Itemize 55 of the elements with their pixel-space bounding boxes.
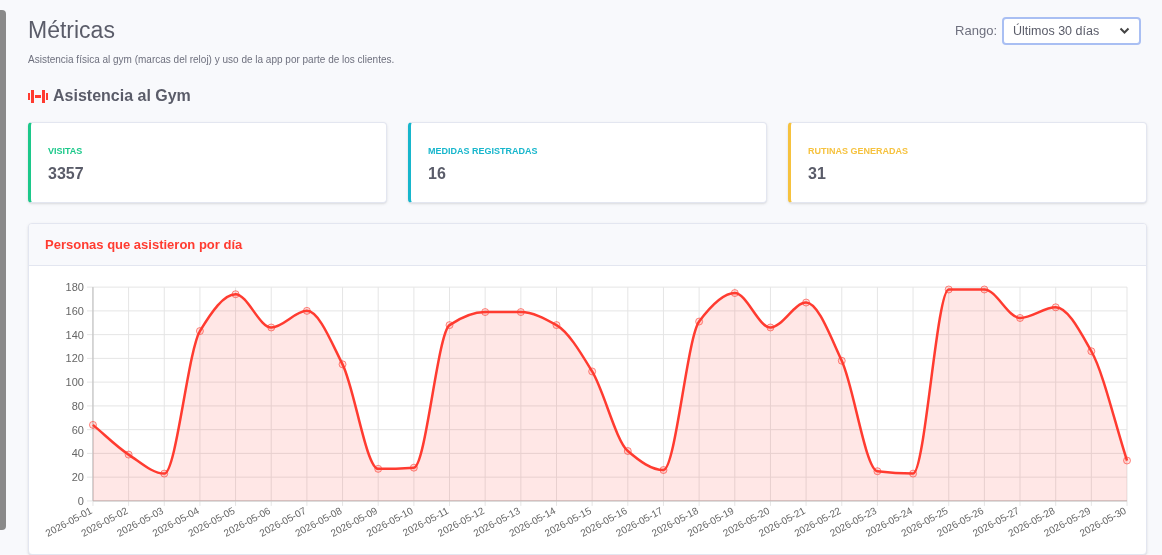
data-point	[160, 469, 169, 478]
data-point	[1123, 456, 1131, 465]
y-tick-label: 140	[65, 328, 84, 341]
data-point	[409, 463, 418, 472]
y-tick-label: 120	[65, 352, 84, 365]
data-point	[481, 308, 490, 317]
chevron-down-icon	[1119, 27, 1130, 35]
y-tick-label: 20	[71, 471, 84, 484]
section-title: Asistencia al Gym	[53, 86, 191, 106]
range-label: Rango:	[955, 22, 997, 41]
data-point	[802, 298, 811, 307]
y-tick-label: 40	[71, 447, 84, 460]
data-point	[1016, 314, 1025, 322]
data-point	[1087, 347, 1096, 356]
y-tick-label: 60	[71, 423, 84, 436]
data-point	[88, 420, 97, 429]
data-point	[445, 321, 454, 330]
data-point	[730, 289, 739, 298]
data-point	[267, 323, 276, 332]
data-point	[695, 317, 704, 326]
stat-value: 31	[808, 163, 827, 184]
data-point	[552, 321, 561, 330]
data-point	[980, 285, 989, 294]
y-tick-label: 160	[65, 304, 84, 317]
y-tick-label: 0	[77, 494, 84, 507]
data-point	[516, 308, 525, 317]
stat-label: MEDIDAS REGISTRADAS	[428, 145, 539, 158]
data-point	[338, 360, 347, 369]
dumbbell-icon	[28, 88, 48, 104]
data-point	[195, 327, 204, 336]
data-point	[1051, 303, 1060, 312]
stat-label: RUTINAS GENERADAS	[808, 145, 909, 158]
scrollbar[interactable]	[0, 10, 6, 530]
y-tick-label: 100	[65, 376, 84, 389]
range-select[interactable]: Últimos 30 días	[1002, 17, 1141, 45]
y-tick-label: 180	[65, 281, 84, 294]
data-point	[231, 290, 240, 299]
page-title: Métricas	[28, 16, 116, 44]
data-point	[909, 469, 918, 478]
stat-label: VISITAS	[48, 145, 84, 158]
data-point	[944, 285, 953, 294]
data-point	[766, 323, 775, 332]
stat-value: 3357	[48, 163, 85, 184]
data-point	[374, 464, 383, 473]
chart-title: Personas que asistieron por día	[45, 235, 243, 254]
data-point	[588, 367, 597, 376]
data-point	[873, 467, 882, 476]
data-point	[659, 466, 668, 475]
data-point	[623, 447, 632, 456]
data-point	[837, 356, 846, 365]
data-point	[302, 306, 311, 315]
stat-value: 16	[428, 163, 447, 184]
page-subtitle: Asistencia física al gym (marcas del reloj) y uso de la app por parte de los clientes.	[28, 53, 395, 67]
y-tick-label: 80	[71, 399, 84, 412]
data-point	[124, 450, 133, 459]
